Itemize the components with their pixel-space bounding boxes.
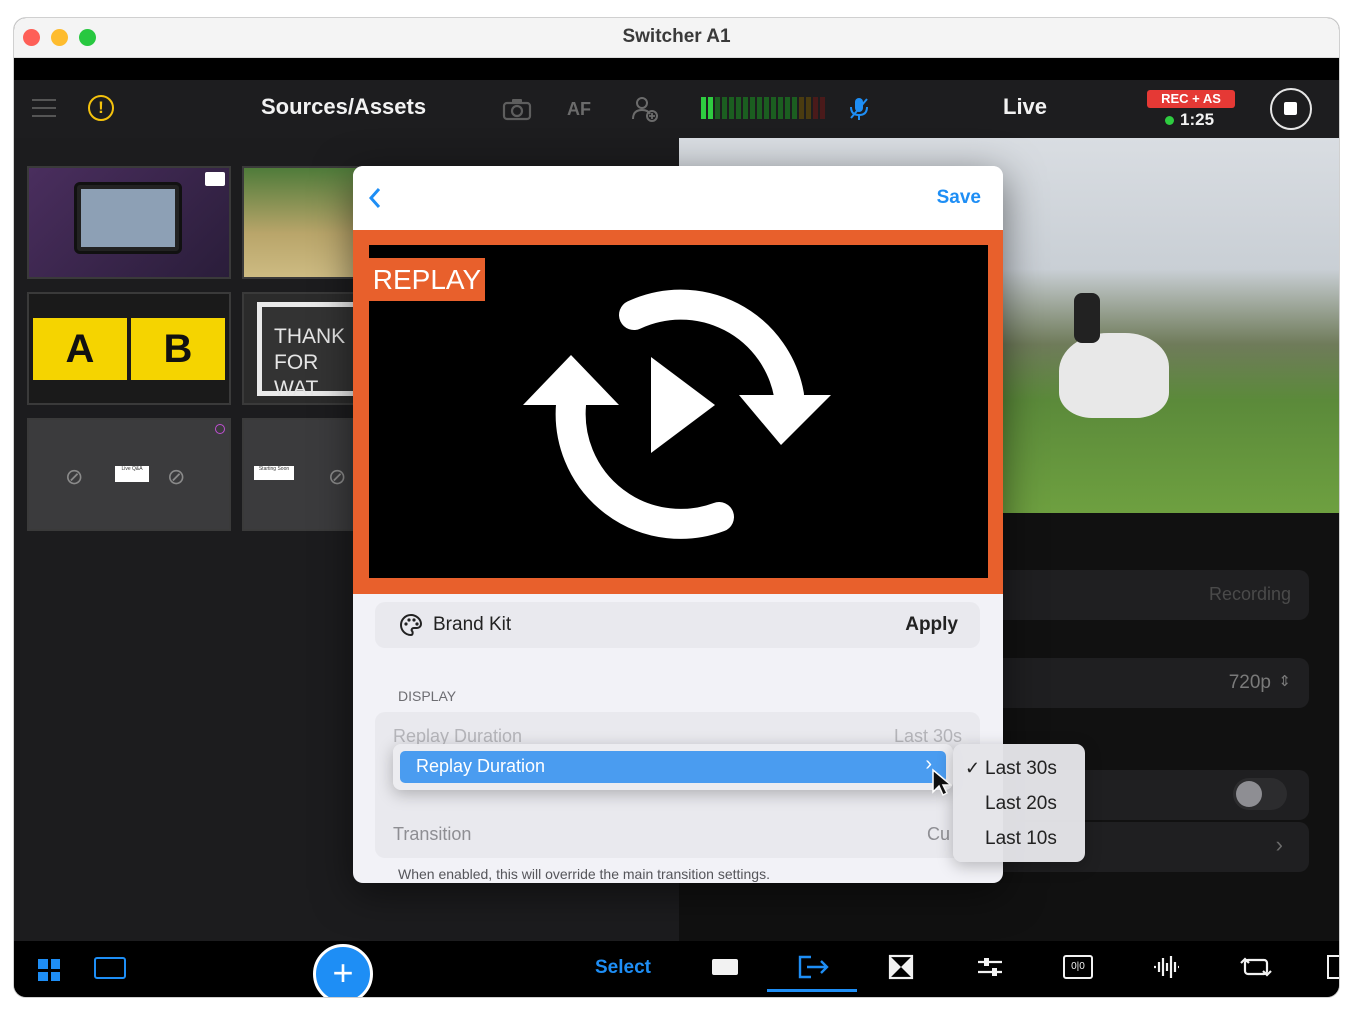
badge-icon — [215, 424, 225, 434]
video-camera-icon[interactable] — [712, 959, 738, 975]
audio-level-meter — [701, 97, 827, 119]
option-last-30s[interactable]: Last 30s — [985, 758, 1057, 780]
microphone-icon[interactable] — [848, 96, 870, 122]
scoreboard-icon[interactable]: 0|0 — [1063, 955, 1093, 979]
transition-icon[interactable] — [888, 954, 914, 980]
camera-off-icon: ⊘ — [328, 464, 347, 489]
rec-status-badge: REC + AS — [1147, 90, 1235, 108]
transition-label: Transition — [393, 824, 472, 844]
display-section-header: DISPLAY — [398, 688, 457, 704]
live-dot-icon — [1165, 116, 1174, 125]
title-bar: Switcher A1 — [14, 18, 1339, 58]
thumb-ab-right: B — [131, 318, 225, 380]
brand-kit-row[interactable]: Brand Kit Apply — [375, 602, 980, 648]
camera-off-icon: ⊘ — [65, 464, 84, 489]
stop-icon — [1284, 102, 1297, 115]
source-thumb-wheat[interactable] — [242, 166, 362, 279]
image-icon — [205, 172, 225, 186]
transition-value[interactable]: Cu — [927, 824, 950, 845]
list-view-icon[interactable] — [94, 957, 126, 979]
sources-assets-title: Sources/Assets — [261, 94, 427, 119]
thumb-thanks-line2: FOR WAT — [274, 351, 319, 400]
live-title: Live — [1003, 94, 1048, 119]
title-separator — [14, 58, 1339, 80]
thumb-ab-left: A — [33, 318, 127, 380]
source-thumb-starting-soon[interactable]: Starting Soon ⊘ — [242, 418, 362, 531]
stop-button[interactable] — [1270, 88, 1312, 130]
mouse-cursor-icon — [932, 768, 952, 797]
guest-add-icon[interactable] — [631, 95, 659, 123]
duration-options-submenu: ✓ Last 30s Last 20s Last 10s — [953, 744, 1085, 862]
recording-selector[interactable]: Recording — [979, 570, 1309, 620]
source-thumb-live-qa[interactable]: ⊘ Live Q&A ⊘ — [27, 418, 231, 531]
source-thumb-ab[interactable]: A B — [27, 292, 231, 405]
replay-duration-menu: Replay Duration › — [393, 744, 953, 790]
palette-icon — [400, 613, 423, 637]
resolution-selector[interactable]: 720p ⇕ — [979, 658, 1309, 708]
replay-badge: REPLAY — [369, 258, 485, 301]
add-source-button[interactable]: + — [313, 944, 373, 997]
grid-view-icon[interactable] — [38, 959, 60, 981]
toggle-switch[interactable] — [1233, 778, 1287, 810]
rider-figure — [1074, 293, 1100, 343]
transition-footnote: When enabled, this will override the mai… — [398, 866, 770, 882]
swap-icon[interactable] — [1239, 953, 1273, 981]
select-button[interactable]: Select — [595, 957, 651, 979]
output-icon[interactable] — [797, 954, 831, 980]
recording-label: Recording — [1208, 584, 1291, 604]
bottom-bar: + Select 0|0 — [14, 941, 1339, 997]
back-chevron-icon[interactable] — [367, 186, 383, 210]
thumb-thanks-line1: THANK — [274, 325, 346, 348]
option-last-20s[interactable]: Last 20s — [985, 793, 1057, 815]
modal-header: Save — [353, 166, 1003, 230]
horse-figure — [1059, 333, 1169, 418]
replay-preview: REPLAY — [353, 230, 1003, 594]
option-last-10s[interactable]: Last 10s — [985, 828, 1057, 850]
active-tab-indicator — [767, 989, 857, 992]
brand-kit-label: Brand Kit — [433, 614, 512, 635]
source-thumb-thanks[interactable]: THANK FOR WAT — [242, 292, 362, 405]
audio-waveform-icon[interactable] — [1152, 954, 1180, 980]
camera-off-icon: ⊘ — [167, 464, 186, 489]
camera-icon[interactable] — [502, 97, 532, 121]
menu-item-label: Replay Duration — [416, 756, 546, 776]
replay-icon — [523, 289, 831, 539]
checkmark-icon: ✓ — [965, 758, 981, 778]
replay-preview-canvas: REPLAY — [369, 245, 988, 578]
adjustments-icon[interactable] — [976, 955, 1004, 979]
autofocus-button[interactable]: AF — [567, 99, 591, 120]
thumb-starting-soon-label: Starting Soon — [254, 466, 294, 480]
chevron-right-icon: › — [1275, 832, 1283, 857]
warning-icon[interactable]: ! — [88, 95, 114, 121]
thumb-live-qa-label: Live Q&A — [115, 466, 149, 482]
resolution-label: 720p — [1228, 672, 1271, 693]
chevron-updown-icon: ⇕ — [1278, 673, 1291, 690]
window-title: Switcher A1 — [622, 26, 731, 47]
source-thumb-tablet[interactable] — [27, 166, 231, 279]
apply-button[interactable]: Apply — [905, 614, 958, 636]
more-icon[interactable] — [1327, 955, 1339, 979]
save-button[interactable]: Save — [937, 187, 981, 209]
toolbar: ! Sources/Assets AF Live REC + AS 1:25 — [14, 80, 1339, 138]
menu-item-replay-duration[interactable]: Replay Duration › — [400, 751, 946, 783]
menu-icon[interactable] — [32, 99, 56, 119]
recording-timer: 1:25 — [1180, 110, 1215, 129]
